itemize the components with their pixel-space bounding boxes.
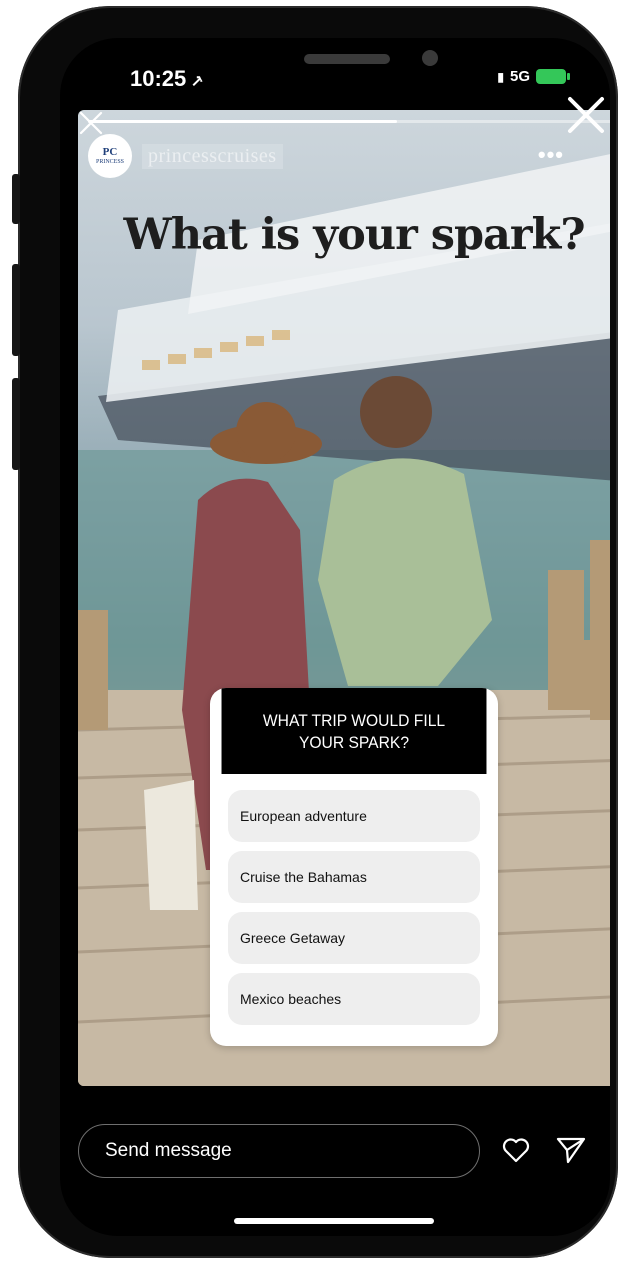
poll-option-cruise-the-bahamas[interactable]: Cruise the Bahamas [228, 851, 480, 903]
phone-screen: 10:25 ↗ ▮ 5G PC PRINCESS princesscruises… [60, 38, 610, 1236]
account-avatar[interactable]: PC PRINCESS [88, 134, 132, 178]
avatar-logo-text: PC [102, 145, 118, 158]
story-progress-fill [88, 120, 397, 123]
story-progress-bar [88, 120, 610, 123]
poll-question: WHAT TRIP WOULD FILL YOUR SPARK? [221, 688, 487, 774]
poll-sticker: WHAT TRIP WOULD FILL YOUR SPARK? Europea… [210, 688, 498, 1046]
story-account[interactable]: PC PRINCESS princesscruises [88, 134, 283, 178]
poll-option-mexico-beaches[interactable]: Mexico beaches [228, 973, 480, 1025]
story-headline: What is your spark? [123, 210, 585, 260]
side-button-volume-down [12, 378, 20, 470]
side-button-volume-up [12, 264, 20, 356]
heart-icon[interactable] [502, 1137, 530, 1163]
battery-icon [536, 69, 570, 84]
signal-icon: ▮ [497, 69, 504, 84]
story-view[interactable]: PC PRINCESS princesscruises ••• What is … [78, 110, 610, 1086]
story-reply-bar: Send message [60, 1088, 610, 1236]
speaker [304, 54, 390, 64]
close-overlay-icon[interactable] [567, 96, 605, 134]
side-button-silent [12, 174, 20, 224]
home-indicator[interactable] [234, 1218, 434, 1224]
more-icon[interactable]: ••• [538, 142, 564, 168]
close-icon[interactable] [78, 110, 104, 136]
network-label: 5G [509, 68, 530, 85]
poll-option-greece-getaway[interactable]: Greece Getaway [228, 912, 480, 964]
status-bar: 10:25 ↗ ▮ 5G [60, 38, 610, 116]
phone-frame: 10:25 ↗ ▮ 5G PC PRINCESS princesscruises… [12, 6, 618, 1258]
status-indicators: ▮ 5G [497, 68, 570, 85]
send-message-input[interactable]: Send message [78, 1124, 480, 1178]
status-time: 10:25 ↗ [130, 66, 205, 91]
avatar-brand-text: PRINCESS [95, 158, 124, 165]
poll-option-european-adventure[interactable]: European adventure [228, 790, 480, 842]
poll-options: European adventure Cruise the Bahamas Gr… [210, 774, 498, 1025]
send-icon[interactable] [556, 1136, 586, 1164]
account-username[interactable]: princesscruises [142, 143, 283, 169]
notch [198, 38, 494, 94]
front-camera [422, 50, 438, 66]
